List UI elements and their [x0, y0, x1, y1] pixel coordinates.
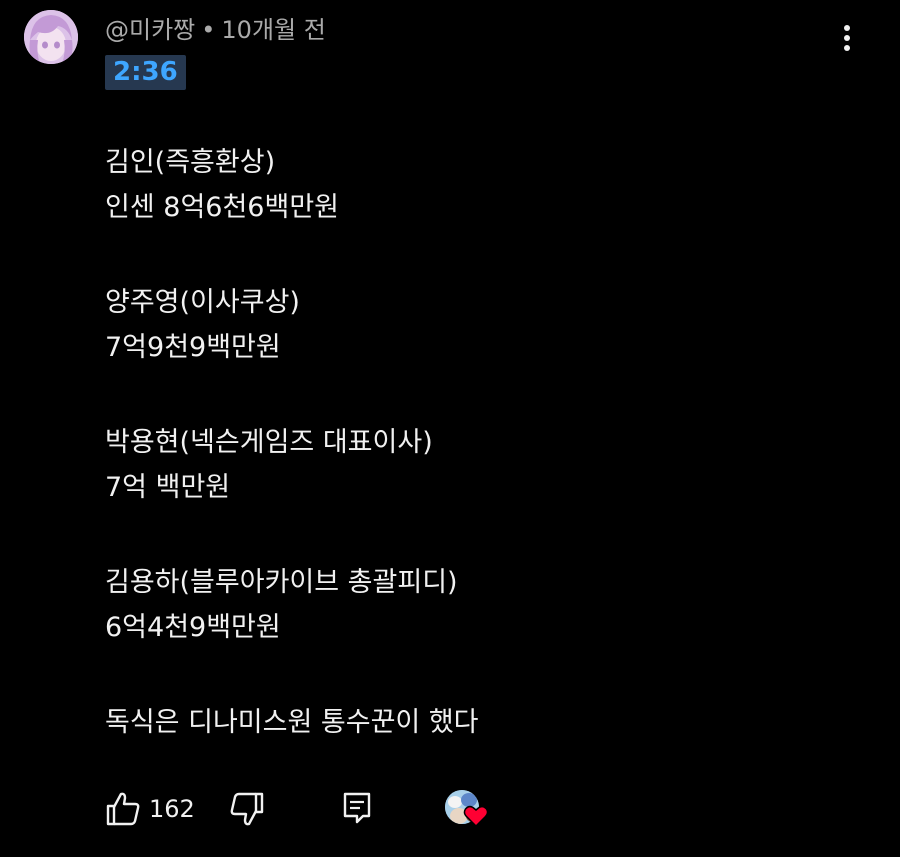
- comment-thread: @미카짱 • 10개월 전 2:36 김인(즉흥환상) 인센 8억6천6백만원 양주…: [0, 0, 900, 857]
- timestamp-link[interactable]: 2:36: [105, 55, 186, 90]
- more-options-button[interactable]: [832, 22, 862, 56]
- comment-line: 양주영(이사쿠상): [105, 287, 300, 318]
- like-count: 162: [149, 795, 195, 823]
- user-avatar[interactable]: [24, 10, 78, 64]
- comment-line: 7억9천9백만원: [105, 332, 281, 363]
- thumbs-up-icon: [106, 792, 140, 826]
- like-button[interactable]: [105, 790, 141, 828]
- comment-line: 독식은 디나미스원 통수꾼이 했다: [105, 707, 479, 738]
- heart-icon: [463, 805, 489, 828]
- author-name[interactable]: @미카짱: [105, 16, 195, 44]
- comment-line: 6억4천9백만원: [105, 612, 281, 643]
- thumbs-down-icon: [230, 792, 264, 826]
- more-vert-icon: [844, 25, 850, 51]
- comment-line: 7억 백만원: [105, 472, 231, 503]
- comment-line: 김인(즉흥환상): [105, 147, 276, 178]
- comment-line: 김용하(블루아카이브 총괄피디): [105, 567, 458, 598]
- comment-header: @미카짱 • 10개월 전: [105, 14, 326, 46]
- reply-comment-icon: [343, 792, 371, 824]
- avatar-image: [24, 10, 78, 64]
- creator-heart-badge: [445, 790, 495, 834]
- dislike-button[interactable]: [229, 790, 265, 828]
- posted-time: 10개월 전: [221, 16, 326, 44]
- separator-dot: •: [201, 16, 216, 44]
- comment-line: 박용현(넥슨게임즈 대표이사): [105, 427, 433, 458]
- comment-text: 김인(즉흥환상) 인센 8억6천6백만원 양주영(이사쿠상) 7억9천9백만원 …: [105, 140, 865, 745]
- reply-button[interactable]: [339, 790, 375, 828]
- comment-line: 인센 8억6천6백만원: [105, 192, 339, 223]
- comment-actions: 162: [105, 790, 525, 830]
